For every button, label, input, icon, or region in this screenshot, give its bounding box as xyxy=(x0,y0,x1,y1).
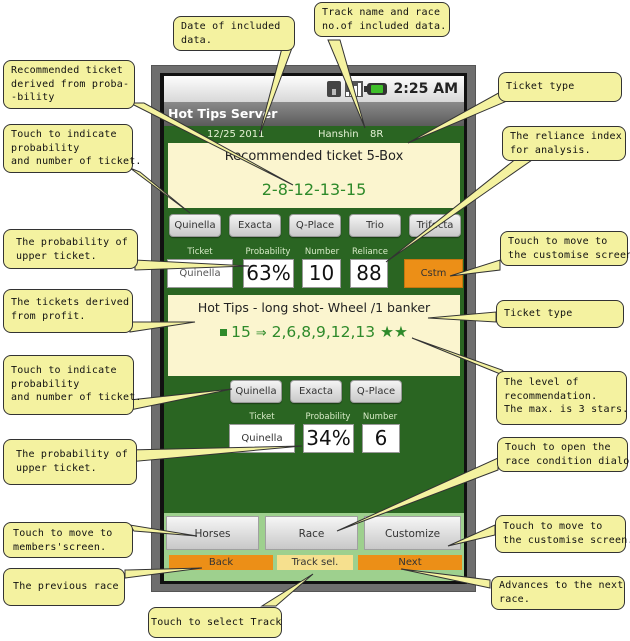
race-button[interactable]: Race xyxy=(265,516,358,550)
reliance-value: 88 xyxy=(350,259,388,288)
square-bullet-icon xyxy=(220,329,228,336)
banker-number: 15 xyxy=(231,323,251,341)
probability-value-2: 34% xyxy=(303,424,354,453)
callout-race-dialog: Touch to open the race condition dialog. xyxy=(497,437,630,472)
phone-bezel: 2:25 AM Hot Tips Server 12/25 2011 Hansh… xyxy=(160,73,467,584)
star-rating: ★★ xyxy=(380,323,408,341)
callout-track: Track name and race no.of included data. xyxy=(314,2,450,37)
reliance-label: Reliance xyxy=(352,247,388,257)
q-place-button[interactable]: Q-Place xyxy=(289,214,341,237)
recommended-panel: Recommended ticket 5-Box 2-8-12-13-15 xyxy=(168,143,460,208)
trio-button[interactable]: Trio xyxy=(349,214,401,237)
next-button[interactable]: Next xyxy=(358,555,462,570)
callout-level: The level of recommendation. The max. is… xyxy=(496,371,628,425)
probability-label-2: Probability xyxy=(305,412,351,422)
callout-ticket-type-2: Ticket type xyxy=(496,300,624,328)
app-title: Hot Tips Server xyxy=(164,102,464,126)
callout-ticket-type-1: Ticket type xyxy=(498,72,622,102)
number-value-2: 6 xyxy=(362,424,400,453)
exacta-button[interactable]: Exacta xyxy=(229,214,281,237)
callout-probability-2: The probability of upper ticket. xyxy=(3,439,137,485)
horses-button[interactable]: Horses xyxy=(166,516,259,550)
ticket-label-2: Ticket xyxy=(249,412,275,422)
3g-icon xyxy=(326,81,341,97)
callout-touch-indicate-2: Touch to indicate probability and number… xyxy=(3,355,141,415)
ticket-label: Ticket xyxy=(187,247,213,257)
quinella-button-2[interactable]: Quinella xyxy=(230,380,282,403)
hot-tips-title: Hot Tips - long shot- Wheel /1 banker xyxy=(197,300,431,315)
status-time: 2:25 AM xyxy=(393,81,458,97)
quinella-button[interactable]: Quinella xyxy=(169,214,221,237)
callout-date: Date of included data. xyxy=(173,16,295,51)
recommended-title: Recommended ticket 5-Box xyxy=(224,149,404,164)
customize-button[interactable]: Customize xyxy=(364,516,461,550)
hot-tips-tickets: 15 ⇒ 2,6,8,9,12,13 ★★ xyxy=(168,323,460,341)
callout-next-race: Advances to the next race. xyxy=(491,576,625,610)
callout-profit: The tickets derived from profit. xyxy=(3,289,133,333)
number-value: 10 xyxy=(302,259,341,288)
race-date: 12/25 2011 xyxy=(207,129,265,140)
trifecta-button[interactable]: Trifecta xyxy=(409,214,461,237)
app-screen: 2:25 AM Hot Tips Server 12/25 2011 Hansh… xyxy=(164,76,464,581)
exacta-button-2[interactable]: Exacta xyxy=(290,380,342,403)
callout-reliance: The reliance index for analysis. xyxy=(502,126,626,161)
probability-value: 63% xyxy=(243,259,294,288)
callout-customise-2: Touch to move to the customise screen. xyxy=(495,515,630,553)
back-button[interactable]: Back xyxy=(169,555,273,570)
ticket-value: Quinella xyxy=(167,259,233,288)
track-name: Hanshin xyxy=(318,129,359,140)
race-info-bar: 12/25 2011 Hanshin 8R xyxy=(164,126,464,143)
battery-charging-icon xyxy=(363,83,387,95)
q-place-button-2[interactable]: Q-Place xyxy=(350,380,402,403)
ticket-value-2: Quinella xyxy=(229,424,295,453)
callout-customise-1: Touch to move to the customise screen. xyxy=(500,231,630,266)
callout-probability-1: The probability of upper ticket. xyxy=(3,229,138,269)
race-number: 8R xyxy=(370,129,384,140)
probability-label: Probability xyxy=(245,247,291,257)
bottom-toolbar: Horses Race Customize Back Track sel. Ne… xyxy=(164,513,464,581)
hot-tips-panel: Hot Tips - long shot- Wheel /1 banker 15… xyxy=(168,295,460,376)
number-label-2: Number xyxy=(362,412,398,422)
callout-previous: The previous race xyxy=(3,568,125,606)
customize-short-button[interactable]: Cstm xyxy=(404,259,463,288)
track-select-button[interactable]: Track sel. xyxy=(277,555,353,570)
callout-track-select: Touch to select Track xyxy=(148,607,282,638)
recommended-combination: 2-8-12-13-15 xyxy=(261,180,367,199)
partner-numbers: 2,6,8,9,12,13 xyxy=(271,323,376,341)
callout-touch-indicate-1: Touch to indicate probability and number… xyxy=(3,124,141,173)
arrow-icon: ⇒ xyxy=(255,326,267,341)
callout-recommended: Recommended ticket derived from proba- -… xyxy=(3,60,135,109)
phone-frame: 2:25 AM Hot Tips Server 12/25 2011 Hansh… xyxy=(151,65,476,592)
status-bar: 2:25 AM xyxy=(164,76,464,102)
signal-bars-icon xyxy=(344,81,363,97)
callout-members: Touch to move to members'screen. xyxy=(3,522,133,558)
number-label: Number xyxy=(304,247,340,257)
